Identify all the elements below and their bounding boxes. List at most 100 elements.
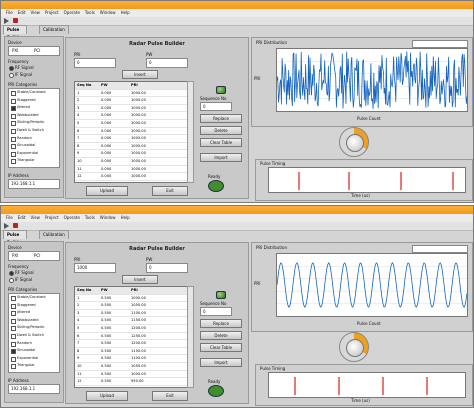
table-row[interactable]: 6 0.500 1250.00 — [75, 333, 187, 341]
table-row[interactable]: 130.0001000.00 — [75, 181, 187, 183]
categories-list[interactable]: Stable/Constant Staggered Jittered Wobbulat… — [8, 293, 60, 373]
device-selector[interactable]: PXI PCI — [8, 251, 60, 261]
table-row[interactable]: 11 0.500 1000.00 — [75, 371, 187, 379]
ip-input[interactable]: 192.168.1.1 — [8, 179, 60, 189]
run-arrow-icon[interactable] — [4, 223, 9, 229]
device-option[interactable]: PXI — [12, 48, 18, 53]
table-row[interactable]: 11 0.000 1000.00 — [75, 166, 187, 174]
delete-button[interactable]: Delete — [200, 126, 242, 135]
exit-button[interactable]: Exit — [152, 391, 188, 401]
delete-button[interactable]: Delete — [200, 331, 242, 340]
menu-item-file[interactable]: File — [6, 10, 13, 15]
pw-input[interactable]: 0 — [146, 58, 188, 68]
table-row[interactable]: 3 0.000 1000.00 — [75, 105, 187, 113]
category-checkbox[interactable] — [11, 98, 16, 104]
table-row[interactable]: 3 0.500 1100.00 — [75, 310, 187, 318]
menu-item-file[interactable]: File — [6, 215, 13, 220]
clear-table-button[interactable]: Clear Table — [200, 138, 242, 147]
table-row[interactable]: 130.500900.00 — [75, 386, 187, 388]
table-row[interactable]: 12 0.500 950.00 — [75, 378, 187, 386]
pri-knob[interactable] — [339, 127, 369, 157]
pulse-table[interactable]: Seq No PW PRI 1 0.500 1000.00 2 0.500 1050.00 3 0.… — [74, 286, 188, 388]
insert-button[interactable]: Insert — [122, 70, 158, 79]
categories-list[interactable]: Stable/Constant Staggered Jittered Wobbulat… — [8, 88, 60, 168]
run-arrow-icon[interactable] — [4, 18, 9, 24]
table-scrollbar[interactable] — [187, 286, 194, 388]
category-checkbox[interactable] — [11, 326, 16, 332]
upload-button[interactable]: Upload — [86, 186, 128, 196]
category-checkbox[interactable] — [11, 296, 16, 301]
menu-item-tools[interactable]: Tools — [85, 215, 95, 220]
category-checkbox[interactable] — [11, 349, 16, 355]
category-checkbox[interactable] — [11, 303, 16, 309]
category-checkbox[interactable] — [11, 318, 16, 324]
table-row[interactable]: 5 0.500 1200.00 — [75, 325, 187, 333]
pulse-table[interactable]: Seq No PW PRI 1 0.000 1000.00 2 0.000 1000.00 3 0.… — [74, 81, 188, 183]
table-row[interactable]: 4 0.000 1000.00 — [75, 112, 187, 120]
add-indicator[interactable] — [216, 86, 226, 94]
table-row[interactable]: 12 0.000 1000.00 — [75, 173, 187, 181]
category-checkbox[interactable] — [11, 341, 16, 347]
device-option[interactable]: PXI — [12, 253, 18, 258]
table-row[interactable]: 10 0.000 1000.00 — [75, 158, 187, 166]
pri-input[interactable]: 0 — [74, 58, 116, 68]
pri-knob-center[interactable] — [346, 339, 364, 357]
table-row[interactable]: 9 0.000 1000.00 — [75, 150, 187, 158]
table-scrollbar[interactable] — [187, 81, 194, 183]
sequence-input[interactable]: 0 — [200, 102, 232, 111]
tab-pulse-builder[interactable]: Pulse Builder — [3, 230, 28, 245]
table-row[interactable]: 1 0.000 1000.00 — [75, 90, 187, 98]
menu-item-view[interactable]: View — [30, 215, 40, 220]
category-checkbox[interactable] — [11, 136, 16, 142]
table-row[interactable]: 4 0.500 1150.00 — [75, 317, 187, 325]
stop-icon[interactable] — [13, 223, 18, 228]
replace-button[interactable]: Replace — [200, 319, 242, 328]
clear-table-button[interactable]: Clear Table — [200, 343, 242, 352]
menu-item-project[interactable]: Project — [45, 215, 59, 220]
pw-input[interactable]: 0 — [146, 263, 188, 273]
category-checkbox[interactable] — [11, 356, 16, 362]
table-row[interactable]: 7 0.500 1200.00 — [75, 340, 187, 348]
upload-button[interactable]: Upload — [86, 391, 128, 401]
menu-item-operate[interactable]: Operate — [64, 10, 80, 15]
menu-item-edit[interactable]: Edit — [18, 215, 26, 220]
table-row[interactable]: 5 0.000 1000.00 — [75, 120, 187, 128]
category-checkbox[interactable] — [11, 91, 16, 96]
menu-item-window[interactable]: Window — [100, 10, 116, 15]
tab-calibration[interactable]: Calibration — [39, 25, 69, 34]
menu-item-help[interactable]: Help — [121, 10, 130, 15]
insert-button[interactable]: Insert — [122, 275, 158, 284]
menu-item-edit[interactable]: Edit — [18, 10, 26, 15]
table-row[interactable]: 8 0.000 1000.00 — [75, 143, 187, 151]
menu-item-operate[interactable]: Operate — [64, 215, 80, 220]
device-option[interactable]: PCI — [34, 48, 40, 53]
category-checkbox[interactable] — [11, 159, 16, 165]
radio-if[interactable] — [9, 278, 14, 283]
category-checkbox[interactable] — [11, 106, 16, 112]
tab-pulse-builder[interactable]: Pulse Builder — [3, 25, 28, 40]
sequence-input[interactable]: 0 — [200, 307, 232, 316]
menu-item-tools[interactable]: Tools — [85, 10, 95, 15]
radio-if[interactable] — [9, 73, 14, 78]
category-checkbox[interactable] — [11, 364, 16, 370]
exit-button[interactable]: Exit — [152, 186, 188, 196]
table-row[interactable]: 1 0.500 1000.00 — [75, 295, 187, 303]
replace-button[interactable]: Replace — [200, 114, 242, 123]
table-row[interactable]: 2 0.000 1000.00 — [75, 97, 187, 105]
pri-knob[interactable] — [339, 332, 369, 362]
device-selector[interactable]: PXI PCI — [8, 46, 60, 56]
device-option[interactable]: PCI — [34, 253, 40, 258]
table-row[interactable]: 2 0.500 1050.00 — [75, 302, 187, 310]
table-row[interactable]: 9 0.500 1100.00 — [75, 355, 187, 363]
add-indicator[interactable] — [216, 291, 226, 299]
category-checkbox[interactable] — [11, 129, 16, 134]
menu-item-help[interactable]: Help — [121, 215, 130, 220]
table-row[interactable]: 7 0.000 1000.00 — [75, 135, 187, 143]
ip-input[interactable]: 192.168.1.1 — [8, 384, 60, 394]
pri-input[interactable]: 1000 — [74, 263, 116, 273]
table-row[interactable]: 10 0.500 1050.00 — [75, 363, 187, 371]
table-row[interactable]: 8 0.500 1150.00 — [75, 348, 187, 356]
import-button[interactable]: Import — [200, 153, 242, 162]
category-checkbox[interactable] — [11, 151, 16, 157]
menu-item-project[interactable]: Project — [45, 10, 59, 15]
